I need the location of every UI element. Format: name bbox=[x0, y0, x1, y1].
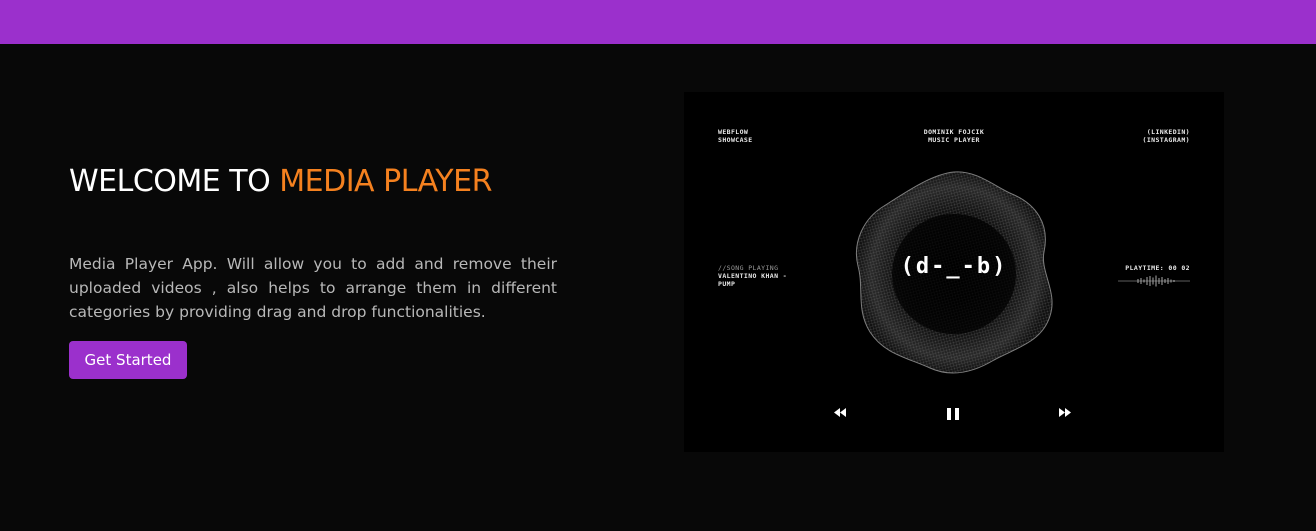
get-started-button[interactable]: Get Started bbox=[69, 341, 187, 379]
hero-title-accent: MEDIA PLAYER bbox=[279, 164, 492, 199]
playtime-info: PLAYTIME: 00 02 bbox=[1125, 264, 1190, 272]
waveform-icon bbox=[1118, 275, 1190, 287]
linkedin-link[interactable]: (LINKEDIN) bbox=[1143, 128, 1190, 136]
top-header-bar bbox=[0, 0, 1316, 44]
now-playing-info: //SONG PLAYING VALENTINO KHAN - PUMP bbox=[718, 264, 787, 288]
hero-description: Media Player App. Will allow you to add … bbox=[69, 255, 557, 321]
media-player-preview: WEBFLOW SHOWCASE DOMINIK FOJCIK MUSIC PL… bbox=[684, 92, 1224, 452]
song-title-line-1: VALENTINO KHAN - bbox=[718, 272, 788, 280]
playtime-text: PLAYTIME: 00 02 bbox=[1125, 264, 1190, 272]
rewind-icon[interactable] bbox=[834, 408, 846, 417]
pause-icon[interactable] bbox=[946, 407, 960, 421]
song-title-line-2: PUMP bbox=[718, 280, 736, 288]
now-playing-label: //SONG PLAYING bbox=[718, 264, 779, 272]
instagram-link[interactable]: (INSTAGRAM) bbox=[1143, 136, 1190, 144]
hero-title-prefix: WELCOME TO bbox=[69, 164, 271, 199]
social-links: (LINKEDIN) (INSTAGRAM) bbox=[1143, 128, 1190, 144]
fast-forward-icon[interactable] bbox=[1059, 408, 1071, 417]
hero-title: WELCOME TO MEDIA PLAYER bbox=[69, 164, 492, 199]
